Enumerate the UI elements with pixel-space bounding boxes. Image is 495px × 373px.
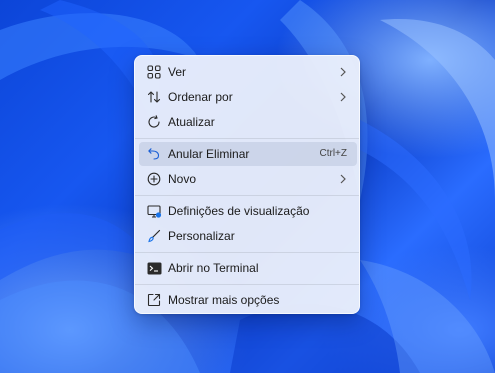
desktop-context-menu: Ver Ordenar por Atualizar Anular Elimina…: [134, 55, 360, 314]
menu-item-label: Atualizar: [168, 115, 215, 129]
menu-item-label: Abrir no Terminal: [168, 261, 259, 275]
more-options-icon: [146, 292, 162, 308]
menu-item-label: Ver: [168, 65, 187, 79]
menu-separator: [135, 252, 359, 253]
menu-separator: [135, 138, 359, 139]
menu-item-undo-delete[interactable]: Anular Eliminar Ctrl+Z: [139, 142, 357, 166]
menu-item-label: Novo: [168, 172, 197, 186]
menu-separator: [135, 195, 359, 196]
menu-item-view[interactable]: Ver: [139, 60, 357, 84]
refresh-icon: [146, 114, 162, 130]
menu-item-show-more-options[interactable]: Mostrar mais opções: [139, 288, 357, 312]
menu-item-personalize[interactable]: Personalizar: [139, 224, 357, 248]
chevron-right-icon: [340, 92, 346, 102]
display-settings-icon: [146, 203, 162, 219]
keyboard-shortcut: Ctrl+Z: [319, 148, 348, 159]
menu-item-open-terminal[interactable]: Abrir no Terminal: [139, 256, 357, 280]
menu-separator: [135, 284, 359, 285]
terminal-icon: [146, 260, 162, 276]
menu-item-label: Anular Eliminar: [168, 147, 250, 161]
menu-item-refresh[interactable]: Atualizar: [139, 110, 357, 134]
sort-arrows-icon: [146, 89, 162, 105]
grid-view-icon: [146, 64, 162, 80]
undo-icon: [146, 146, 162, 162]
menu-item-label: Ordenar por: [168, 90, 233, 104]
menu-item-label: Definições de visualização: [168, 204, 310, 218]
chevron-right-icon: [340, 67, 346, 77]
add-circle-icon: [146, 171, 162, 187]
brush-icon: [146, 228, 162, 244]
menu-item-display-settings[interactable]: Definições de visualização: [139, 199, 357, 223]
menu-item-label: Mostrar mais opções: [168, 293, 280, 307]
menu-item-sort-by[interactable]: Ordenar por: [139, 85, 357, 109]
chevron-right-icon: [340, 174, 346, 184]
menu-item-new[interactable]: Novo: [139, 167, 357, 191]
menu-item-label: Personalizar: [168, 229, 235, 243]
